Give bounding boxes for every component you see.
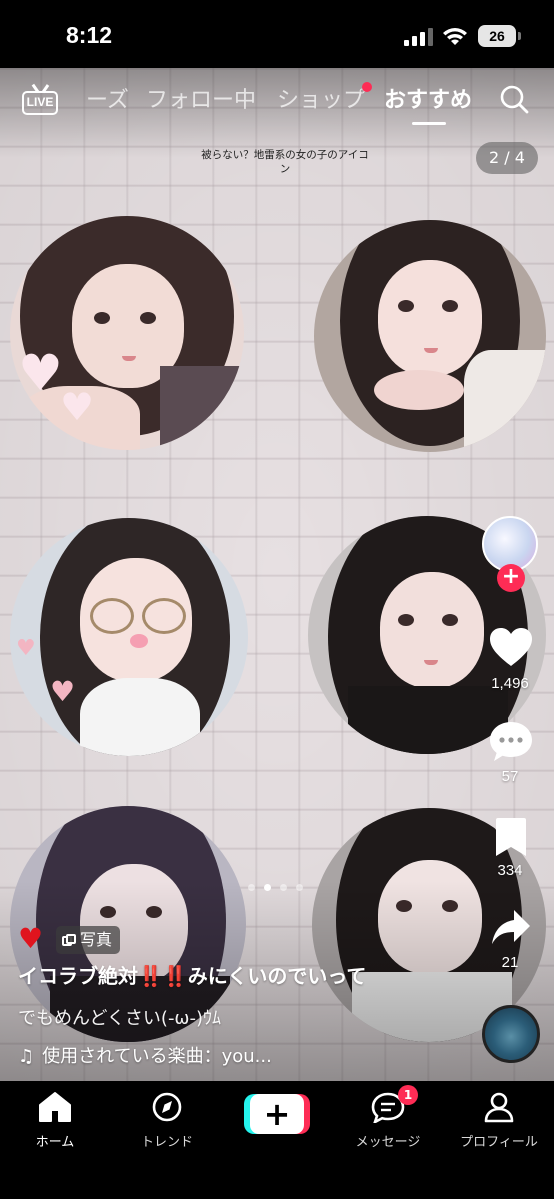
search-icon[interactable] xyxy=(499,84,529,114)
post-description[interactable]: でもめんどくさい(-ω-)ｳﾑ xyxy=(18,1004,221,1030)
music-info[interactable]: ♫ 使用されている楽曲：you... xyxy=(18,1042,272,1068)
profile-icon xyxy=(484,1092,514,1123)
tab-following[interactable]: フォロー中 xyxy=(146,82,256,114)
status-time: 8:12 xyxy=(66,22,113,48)
signal-icon xyxy=(404,28,434,46)
carousel-dots xyxy=(248,884,308,892)
tab-friends[interactable]: ーズ xyxy=(86,82,129,114)
photo-2 xyxy=(314,220,546,452)
nav-trend[interactable]: トレンド xyxy=(112,1091,222,1150)
tab-shop[interactable]: ショップ xyxy=(277,82,365,114)
share-count: 21 xyxy=(501,954,519,971)
post-caption-title: 被らない？地雷系の女の子のアイコン xyxy=(201,149,369,175)
nav-messages-label: メッセージ xyxy=(355,1135,421,1150)
post-title: イコラブ絶対‼️‼️みにくいのでいって xyxy=(18,964,367,988)
battery-icon: 26 xyxy=(478,25,516,47)
photo-3: ♥ ♥ xyxy=(10,518,248,756)
create-button[interactable]: + xyxy=(244,1094,310,1134)
like-icon[interactable] xyxy=(488,626,534,668)
live-icon[interactable]: LIVE xyxy=(22,84,58,116)
bookmark-count: 334 xyxy=(497,862,523,879)
page-indicator: 2 / 4 xyxy=(476,142,538,174)
top-nav: LIVE ーズ フォロー中 ショップ おすすめ xyxy=(0,80,554,125)
heart-emoji-icon: ♥ xyxy=(18,922,44,955)
tab-for-you[interactable]: おすすめ xyxy=(384,82,472,114)
nav-home[interactable]: ホーム xyxy=(0,1091,110,1150)
live-label: LIVE xyxy=(22,91,58,115)
bottom-nav: ホーム トレンド + メッセージ 1 プロフィール xyxy=(0,1081,554,1199)
bookmark-icon[interactable] xyxy=(494,816,528,858)
share-icon[interactable] xyxy=(490,906,532,948)
battery-tip xyxy=(518,32,521,40)
music-title: 使用されている楽曲：you... xyxy=(42,1046,272,1067)
compass-icon xyxy=(152,1092,182,1122)
plus-icon: + xyxy=(250,1094,304,1134)
music-disc-icon[interactable] xyxy=(482,1005,540,1063)
photo-type-label: 写真 xyxy=(80,930,113,949)
photo-stack-icon xyxy=(62,934,76,946)
nav-messages[interactable]: メッセージ xyxy=(333,1091,443,1150)
follow-plus-button[interactable]: + xyxy=(497,564,525,592)
comment-icon[interactable] xyxy=(488,720,534,764)
music-note-icon: ♫ xyxy=(18,1046,35,1067)
comment-count: 57 xyxy=(501,768,519,785)
shop-notification-dot xyxy=(362,82,372,92)
wifi-icon xyxy=(443,28,467,45)
like-count: 1,496 xyxy=(491,675,529,692)
nav-profile[interactable]: プロフィール xyxy=(444,1091,554,1150)
message-count-badge: 1 xyxy=(398,1085,418,1105)
photo-type-badge: 写真 xyxy=(56,926,121,954)
nav-home-label: ホーム xyxy=(35,1135,75,1150)
photo-1: ♥ ♥ xyxy=(10,216,244,450)
home-icon xyxy=(39,1092,71,1122)
nav-profile-label: プロフィール xyxy=(460,1135,538,1150)
status-bar: 8:12 26 xyxy=(0,0,554,68)
nav-trend-label: トレンド xyxy=(140,1135,193,1150)
active-tab-indicator xyxy=(412,122,446,125)
